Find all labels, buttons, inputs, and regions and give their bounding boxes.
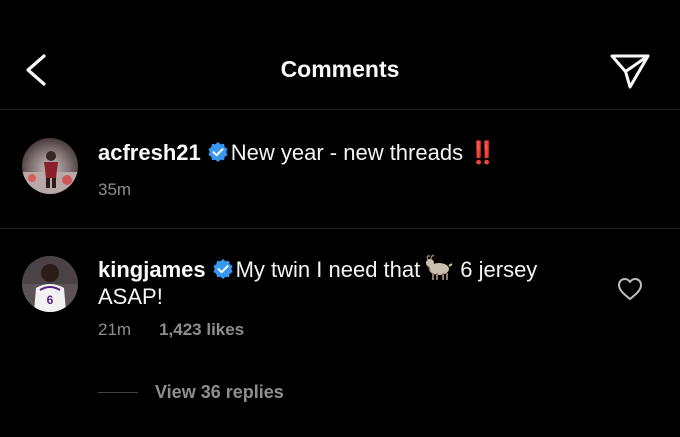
comment-line-1: kingjames My twin I need that 6 jersey	[98, 254, 537, 289]
page-title: Comments	[280, 56, 400, 82]
view-replies-button[interactable]: View 36 replies	[155, 382, 284, 403]
caption-line: acfresh21 New year - new threads ‼️	[98, 139, 497, 170]
post-caption: acfresh21 New year - new threads ‼️ 35m	[0, 111, 680, 229]
comment-text-after: 6 jersey	[460, 257, 538, 282]
caption-timestamp: 35m	[98, 180, 132, 199]
svg-text:6: 6	[47, 293, 54, 307]
comment-meta: 21m 1,423 likes	[98, 320, 244, 340]
double-exclamation-icon: ‼️	[469, 140, 496, 165]
caption-text: New year - new threads	[230, 140, 464, 165]
like-button[interactable]	[616, 276, 644, 302]
comment-line-2: ASAP!	[98, 284, 163, 309]
comment-text-before: My twin I need that	[235, 257, 421, 282]
share-button[interactable]	[604, 48, 654, 92]
replies-divider	[98, 392, 138, 393]
verified-badge-icon	[207, 141, 229, 170]
caption-username[interactable]: acfresh21	[98, 140, 201, 165]
heart-outline-icon	[618, 278, 642, 300]
avatar-acfresh21[interactable]	[22, 138, 78, 194]
comment-username[interactable]: kingjames	[98, 257, 206, 282]
avatar-kingjames[interactable]: 6	[22, 256, 78, 312]
comments-header: Comments	[0, 0, 680, 110]
comment-likes[interactable]: 1,423 likes	[159, 320, 244, 339]
comment-timestamp: 21m	[98, 320, 132, 339]
verified-badge-icon	[212, 258, 234, 287]
goat-emoji-icon	[424, 254, 454, 289]
paper-plane-icon	[610, 54, 650, 89]
